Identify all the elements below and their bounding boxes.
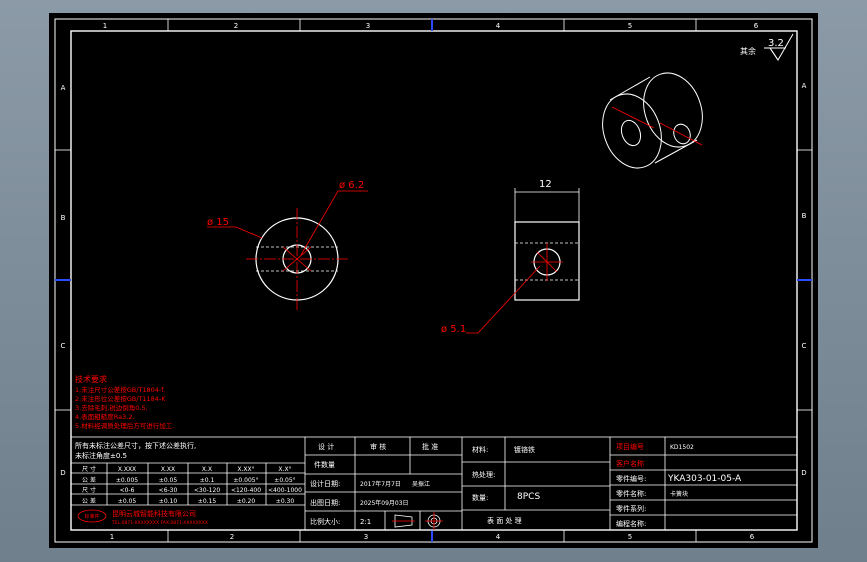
tol-cell: <400-1000 xyxy=(268,487,302,494)
customer-label: 客户名称 xyxy=(616,459,644,468)
row-letter: B xyxy=(802,212,807,220)
company-name: 昆明云城智能科技有限公司 xyxy=(112,509,196,518)
row-letter: D xyxy=(60,469,65,477)
tol-cell: ±0.1 xyxy=(200,477,215,484)
tol-cell: ±0.005° xyxy=(233,477,258,484)
col-number: 4 xyxy=(496,22,501,30)
plot-date-label: 出图日期: xyxy=(310,498,340,507)
col-number: 1 xyxy=(103,22,107,30)
row-letter: D xyxy=(801,469,806,477)
quantity-label: 件数量 xyxy=(314,460,335,469)
tolerance-angle-note: 未标注角度±0.5 xyxy=(75,451,127,460)
design-date: 2017年7月7日 xyxy=(360,480,401,488)
material-value: 镀铬铁 xyxy=(514,445,535,454)
col-number: 6 xyxy=(754,22,759,30)
col-number: 2 xyxy=(234,22,238,30)
qty-label: 数量: xyxy=(472,493,488,502)
tol-cell: <0-6 xyxy=(120,487,135,494)
company-logo-text: 标准件 xyxy=(84,513,99,520)
tol-cell: ±0.10 xyxy=(159,498,178,505)
col-number: 1 xyxy=(110,533,114,541)
tol-cell: X.XXX xyxy=(118,466,136,473)
tol-cell: 尺 寸 xyxy=(82,465,96,473)
row-letter: A xyxy=(61,84,66,92)
tol-cell: <6-30 xyxy=(159,487,178,494)
tol-cell: <30-120 xyxy=(194,487,220,494)
program-name-label: 编程名称: xyxy=(616,519,646,528)
heat-treatment-label: 热处理: xyxy=(472,470,495,479)
tol-cell: 公 差 xyxy=(82,497,96,505)
part-name: 卡簧块 xyxy=(670,490,688,498)
scale-value: 2:1 xyxy=(360,518,371,526)
col-number: 3 xyxy=(364,533,368,541)
col-number: 5 xyxy=(628,533,632,541)
tol-cell: ±0.20 xyxy=(237,498,256,505)
tol-cell: X.X° xyxy=(278,466,291,473)
tol-cell: ±0.15 xyxy=(198,498,217,505)
row-letter: A xyxy=(802,82,807,90)
part-number-label: 零件编号: xyxy=(616,474,646,483)
tol-cell: ±0.05 xyxy=(118,498,137,505)
tech-note-line: 3.去除毛刺,锐边倒角0.5, xyxy=(75,403,148,412)
part-series-label: 零件系列: xyxy=(616,504,646,513)
tolerance-note: 所有未标注公差尺寸，按下述公差执行, xyxy=(75,441,196,450)
tech-note-line: 2.未注形位公差按GB/T1184-K xyxy=(75,394,166,403)
row-letter: C xyxy=(802,342,807,350)
roughness-value: 3.2 xyxy=(768,38,784,49)
roughness-label: 其余 xyxy=(740,46,756,56)
tol-cell: 公 差 xyxy=(82,476,96,484)
review-label: 审 核 xyxy=(370,442,386,451)
design-date-label: 设计日期: xyxy=(310,479,340,488)
scale-label: 比例大小: xyxy=(310,517,340,526)
approve-label: 批 准 xyxy=(422,442,438,451)
tol-cell: X.XX xyxy=(161,466,175,473)
dim-bore-diameter: ø 6.2 xyxy=(339,180,364,191)
dim-length: 12 xyxy=(539,179,552,190)
surface-treatment-label: 表 面 处 理 xyxy=(487,516,522,525)
tol-cell: ±0.05 xyxy=(159,477,178,484)
tol-cell: X.X xyxy=(202,466,212,473)
part-number: YKA303-01-05-A xyxy=(667,474,742,484)
project-label: 项目编号 xyxy=(616,442,644,451)
tech-note-line: 4.表面粗糙度Ra3.2, xyxy=(75,412,134,421)
col-number: 6 xyxy=(750,533,755,541)
col-number: 2 xyxy=(230,533,234,541)
col-number: 5 xyxy=(628,22,632,30)
row-letter: C xyxy=(61,342,66,350)
tol-cell: X.XX° xyxy=(237,466,254,473)
material-label: 材料: xyxy=(472,445,488,454)
tol-cell: 尺 寸 xyxy=(82,486,96,494)
company-contact: TEL:0871-XXXXXXXX FAX:0871-XXXXXXXX xyxy=(111,520,208,526)
qty-value: 8PCS xyxy=(517,492,540,502)
part-name-label: 零件名称: xyxy=(616,489,646,498)
reviewer-name: 吴振江 xyxy=(412,480,430,488)
tech-note-line: 1.未注尺寸公差按GB/T1804-f. xyxy=(75,385,165,394)
tol-cell: <120-400 xyxy=(231,487,261,494)
tol-cell: ±0.30 xyxy=(276,498,295,505)
project-value: KD1502 xyxy=(670,444,694,451)
dim-outer-diameter: ø 15 xyxy=(207,217,229,228)
drawing-canvas: 1 2 3 4 5 6 1 2 3 4 5 6 A B C D A B C D … xyxy=(49,13,818,548)
tech-note-line: 5.材料经调质处理后方可进行加工. xyxy=(75,421,174,430)
dim-cross-hole: ø 5.1 xyxy=(441,324,466,335)
plot-date: 2025年09月03日 xyxy=(360,499,409,507)
tol-cell: ±0.005 xyxy=(116,477,138,484)
design-label: 设 计 xyxy=(318,442,334,451)
col-number: 3 xyxy=(366,22,370,30)
col-number: 4 xyxy=(496,533,501,541)
tol-cell: ±0.05° xyxy=(274,477,295,484)
tech-notes-title: 技术要求 xyxy=(75,374,107,384)
row-letter: B xyxy=(61,214,66,222)
